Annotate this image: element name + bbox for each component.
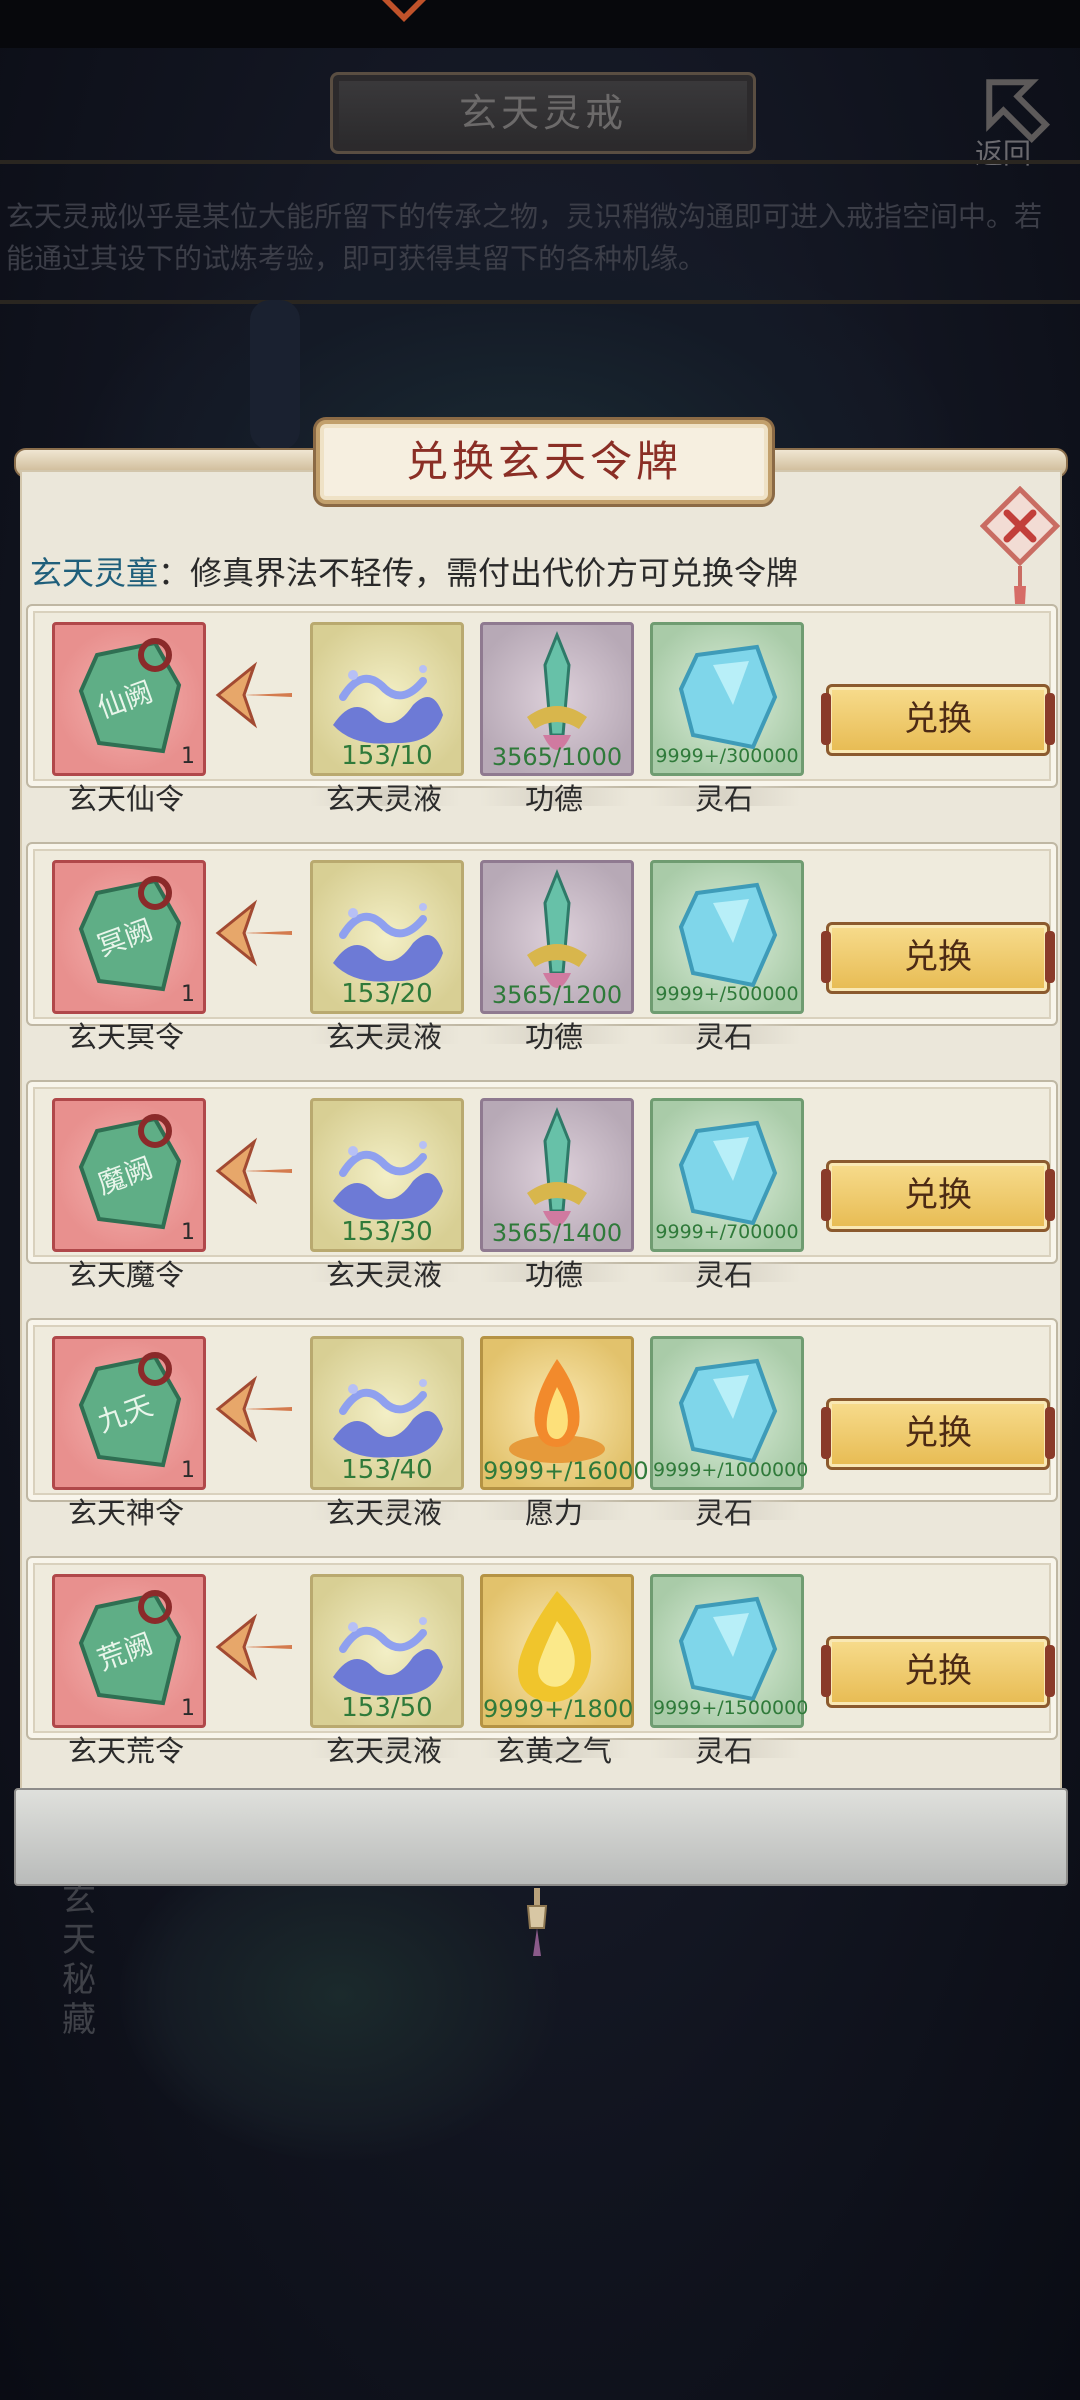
- cost-name: 玄天灵液: [325, 1020, 442, 1054]
- cost-slot[interactable]: 153/20: [310, 860, 464, 1014]
- game-logo-icon: [382, 0, 426, 22]
- exchange-button[interactable]: 兑换: [821, 1398, 1055, 1470]
- cost-name: 玄天灵液: [325, 1258, 442, 1292]
- cost-slot[interactable]: 3565/1200: [480, 860, 634, 1014]
- cost-requirement: 153/40: [341, 1455, 433, 1485]
- token-slot[interactable]: 冥阙 1: [52, 860, 206, 1014]
- token-name: 玄天仙令: [67, 782, 184, 816]
- cost-requirement: 9999+/1000000: [653, 1459, 809, 1481]
- dialog-title: 兑换玄天令牌: [316, 420, 772, 504]
- exchange-button[interactable]: 兑换: [821, 1160, 1055, 1232]
- cost-slot[interactable]: 9999+/1800: [480, 1574, 634, 1728]
- cost-slot[interactable]: 9999+/1500000: [650, 1574, 809, 1728]
- cost-requirement: 153/10: [341, 741, 433, 771]
- divider: [0, 160, 1080, 164]
- cost-slot[interactable]: 153/50: [310, 1574, 464, 1728]
- exchange-arrow-icon: [214, 1374, 294, 1444]
- cost-name: 玄天灵液: [325, 1734, 442, 1768]
- divider: [0, 300, 1080, 304]
- exchange-button[interactable]: 兑换: [821, 1636, 1055, 1708]
- cost-name: 功德: [524, 782, 583, 816]
- cost-slot[interactable]: 9999+/700000: [650, 1098, 804, 1252]
- narrator-name: 玄天灵童: [30, 554, 159, 592]
- cost-requirement: 9999+/16000: [483, 1457, 649, 1485]
- cost-requirement: 9999+/1800: [483, 1695, 634, 1723]
- token-slot[interactable]: 荒阙 1: [52, 1574, 206, 1728]
- cost-slot[interactable]: 9999+/500000: [650, 860, 804, 1014]
- cost-slot[interactable]: 153/40: [310, 1336, 464, 1490]
- cost-name: 灵石: [694, 1734, 753, 1768]
- exchange-button[interactable]: 兑换: [821, 922, 1055, 994]
- narrator-line: 玄天灵童：修真界法不轻传，需付出代价方可兑换令牌: [30, 548, 798, 594]
- cost-name: 功德: [524, 1258, 583, 1292]
- token-name: 玄天神令: [67, 1496, 184, 1530]
- cost-name: 灵石: [694, 1496, 753, 1530]
- narrator-text: ：修真界法不轻传，需付出代价方可兑换令牌: [158, 554, 799, 592]
- token-count: 1: [181, 1220, 195, 1245]
- token-slot[interactable]: 仙阙 1: [52, 622, 206, 776]
- token-name: 玄天荒令: [67, 1734, 184, 1768]
- cost-requirement: 9999+/700000: [655, 1221, 799, 1243]
- page-title: 玄天灵戒: [330, 72, 756, 154]
- cost-requirement: 9999+/1500000: [653, 1697, 809, 1719]
- token-name: 玄天冥令: [67, 1020, 184, 1054]
- exchange-arrow-icon: [214, 1612, 294, 1682]
- cost-slot[interactable]: 3565/1400: [480, 1098, 634, 1252]
- cost-requirement: 153/20: [341, 979, 433, 1009]
- cost-requirement: 3565/1200: [491, 981, 623, 1009]
- cost-name: 玄黄之气: [495, 1734, 612, 1768]
- token-slot[interactable]: 魔阙 1: [52, 1098, 206, 1252]
- cost-slot[interactable]: 153/30: [310, 1098, 464, 1252]
- token-slot[interactable]: 九天 1: [52, 1336, 206, 1490]
- cost-requirement: 3565/1000: [491, 743, 623, 771]
- cost-slot[interactable]: 3565/1000: [480, 622, 634, 776]
- status-bar: [0, 0, 1080, 48]
- token-count: 1: [181, 982, 195, 1007]
- cost-name: 灵石: [694, 782, 753, 816]
- token-count: 1: [181, 1458, 195, 1483]
- cost-requirement: 9999+/500000: [655, 983, 799, 1005]
- cost-name: 玄天灵液: [325, 782, 442, 816]
- cost-slot[interactable]: 9999+/300000: [650, 622, 804, 776]
- bell-ornament-icon: [526, 1888, 548, 1956]
- side-vertical-text: 玄天秘藏: [62, 1880, 96, 2040]
- exchange-arrow-icon: [214, 660, 294, 730]
- cost-requirement: 153/30: [341, 1217, 433, 1247]
- scroll-bottom-rod: [14, 1788, 1068, 1886]
- background-description: 玄天灵戒似乎是某位大能所留下的传承之物，灵识稍微沟通即可进入戒指空间中。若能通过…: [6, 200, 1043, 275]
- cost-slot[interactable]: 153/10: [310, 622, 464, 776]
- cost-slot[interactable]: 9999+/16000: [480, 1336, 649, 1490]
- cost-name: 玄天灵液: [325, 1496, 442, 1530]
- cost-requirement: 9999+/300000: [655, 745, 799, 767]
- exchange-arrow-icon: [214, 898, 294, 968]
- token-count: 1: [181, 1696, 195, 1721]
- cost-name: 愿力: [524, 1496, 583, 1530]
- cost-name: 功德: [524, 1020, 583, 1054]
- token-count: 1: [181, 744, 195, 769]
- back-button-label[interactable]: 返回: [975, 132, 1031, 172]
- side-tab: [250, 300, 300, 450]
- cost-slot[interactable]: 9999+/1000000: [650, 1336, 809, 1490]
- exchange-button[interactable]: 兑换: [821, 684, 1055, 756]
- cost-requirement: 153/50: [341, 1693, 433, 1723]
- cost-requirement: 3565/1400: [491, 1219, 623, 1247]
- cost-name: 灵石: [694, 1020, 753, 1054]
- cost-name: 灵石: [694, 1258, 753, 1292]
- exchange-arrow-icon: [214, 1136, 294, 1206]
- token-name: 玄天魔令: [67, 1258, 184, 1292]
